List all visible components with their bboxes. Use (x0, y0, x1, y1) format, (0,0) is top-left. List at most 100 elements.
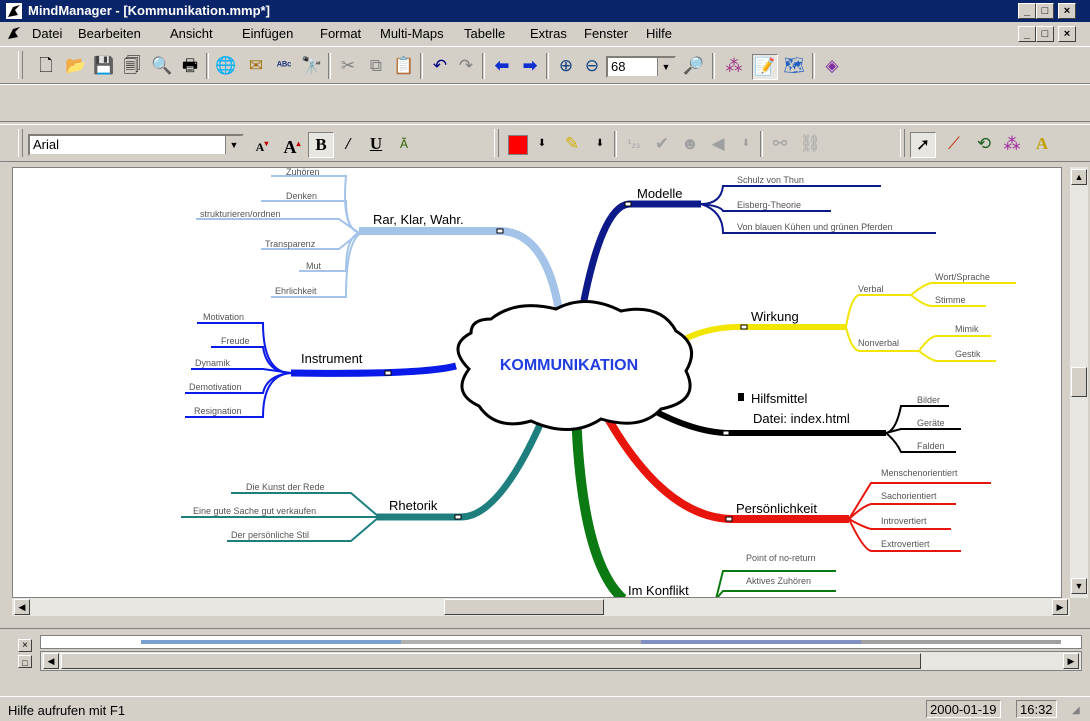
topic-modelle[interactable]: Modelle (637, 186, 683, 201)
draw-branch-icon[interactable]: ⟋ (942, 132, 966, 156)
subtopic-motivation[interactable]: Motivation (203, 312, 244, 322)
topic-rar[interactable]: Rar, Klar, Wahr. (373, 212, 464, 227)
web-globe-icon[interactable]: 🌐 (214, 54, 238, 78)
toolbar-grip[interactable] (900, 129, 905, 157)
line-dropdown-icon[interactable]: ⬇ (588, 132, 612, 156)
subtopic-bilder[interactable]: Bilder (917, 395, 940, 405)
cut-icon[interactable]: ✂ (336, 54, 360, 78)
branch-instrument[interactable]: Instrument Motivation Freude Dynamik Dem… (185, 312, 457, 418)
doc-restore-button[interactable]: □ (1036, 26, 1054, 42)
text-tool-icon[interactable]: A (1030, 132, 1054, 156)
subtopic-eisberg[interactable]: Eisberg-Theorie (737, 200, 801, 210)
scroll-left-icon[interactable]: ◀ (14, 599, 30, 615)
subtopic-verbal[interactable]: Verbal (858, 284, 884, 294)
map-view-icon[interactable]: 🗺 (782, 54, 806, 78)
subtopic-introvertiert[interactable]: Introvertiert (881, 516, 927, 526)
subtopic-freude[interactable]: Freude (221, 336, 250, 346)
minimize-button[interactable]: _ (1018, 3, 1036, 19)
zoom-out-icon[interactable]: ⊖ (580, 54, 604, 78)
overview-restore-icon[interactable]: □ (18, 655, 32, 668)
overview-close-icon[interactable]: × (18, 639, 32, 652)
menu-bearbeiten[interactable]: Bearbeiten (78, 26, 141, 41)
topic-konflikt[interactable]: Im Konflikt (628, 583, 689, 598)
document-icon[interactable] (6, 25, 22, 41)
underline-icon[interactable]: U (364, 132, 388, 156)
notes-icon[interactable]: 📝 (752, 54, 778, 80)
subtopic-aktives-zuhoeren[interactable]: Aktives Zuhören (746, 576, 811, 586)
paste-icon[interactable]: 📋 (392, 54, 416, 78)
maximize-button[interactable]: □ (1036, 3, 1054, 19)
open-folder-icon[interactable]: 📂 (64, 54, 88, 78)
font-larger-icon[interactable]: A▴ (280, 132, 304, 157)
resize-grip-icon[interactable]: ◢ (1072, 705, 1080, 716)
subtopic-gestik[interactable]: Gestik (955, 349, 981, 359)
topic-rhetorik[interactable]: Rhetorik (389, 498, 438, 513)
style-icon[interactable]: ◈ (820, 54, 844, 78)
save-all-icon[interactable]: 🗐 (120, 54, 144, 78)
chevron-down-icon[interactable]: ▼ (657, 58, 674, 76)
new-file-icon[interactable]: 🗋 (34, 54, 58, 78)
text-color-icon[interactable]: Ã (392, 132, 416, 156)
subtopic-transparenz[interactable]: Transparenz (265, 239, 316, 249)
topic-instrument[interactable]: Instrument (301, 351, 363, 366)
relationship-icon[interactable]: ⚯ (768, 132, 792, 156)
branch-rhetorik[interactable]: Rhetorik Die Kunst der Rede Eine gute Sa… (181, 409, 550, 542)
subtopic-strukturieren[interactable]: strukturieren/ordnen (200, 209, 281, 219)
close-button[interactable]: × (1058, 3, 1076, 19)
overview-scroll-left-icon[interactable]: ◀ (43, 653, 59, 669)
overview-scroll-right-icon[interactable]: ▶ (1063, 653, 1079, 669)
branch-rar[interactable]: Rar, Klar, Wahr. Zuhören Denken struktur… (196, 168, 563, 312)
subtopic-falden[interactable]: Falden (917, 441, 945, 451)
subtopic-dynamik[interactable]: Dynamik (195, 358, 231, 368)
overview-scroll-thumb[interactable] (61, 653, 921, 669)
branch-wirkung[interactable]: Wirkung Verbal Nonverbal Wort/Sprache St… (683, 272, 1016, 362)
subtopic-wort-sprache[interactable]: Wort/Sprache (935, 272, 990, 282)
subtopic-gute-sache[interactable]: Eine gute Sache gut verkaufen (193, 506, 316, 516)
topic-wirkung[interactable]: Wirkung (751, 309, 799, 324)
font-combo[interactable]: Arial ▼ (28, 134, 244, 156)
subtopic-denken[interactable]: Denken (286, 191, 317, 201)
menu-fenster[interactable]: Fenster (584, 26, 628, 41)
subtopic-stimme[interactable]: Stimme (935, 295, 966, 305)
subtopic-mut[interactable]: Mut (306, 261, 322, 271)
copy-icon[interactable]: ⧉ (364, 54, 388, 78)
menu-format[interactable]: Format (320, 26, 361, 41)
scroll-down-icon[interactable]: ▼ (1071, 578, 1087, 594)
print-preview-icon[interactable]: 🔍 (150, 54, 174, 78)
forward-arrow-icon[interactable]: ➡ (518, 54, 542, 78)
topic-hilfsmittel-file[interactable]: Datei: index.html (753, 411, 850, 426)
toolbar-grip[interactable] (18, 129, 23, 157)
bold-icon[interactable]: B (308, 132, 334, 158)
check-icon[interactable]: ✔ (650, 132, 674, 156)
back-arrow-icon[interactable]: ⬅ (490, 54, 514, 78)
map-canvas[interactable]: Rar, Klar, Wahr. Zuhören Denken struktur… (12, 167, 1062, 598)
subtopic-mimik[interactable]: Mimik (955, 324, 979, 334)
fill-dropdown-icon[interactable]: ⬇ (530, 132, 554, 156)
subtopic-blaue-kuehe[interactable]: Von blauen Kühen und grünen Pferden (737, 222, 893, 232)
line-color-icon[interactable]: ✎ (560, 132, 584, 156)
doc-minimize-button[interactable]: _ (1018, 26, 1036, 42)
toolbar-grip[interactable] (494, 129, 499, 157)
toolbar-grip[interactable] (18, 51, 23, 79)
horizontal-scroll-thumb[interactable] (444, 599, 604, 615)
attachment-icon[interactable] (738, 393, 744, 401)
zoom-fit-icon[interactable]: 🔎 (682, 54, 706, 78)
overview-map-strip[interactable] (40, 635, 1082, 649)
topic-persoenlichkeit[interactable]: Persönlichkeit (736, 501, 817, 516)
chevron-down-icon[interactable]: ▼ (225, 136, 242, 154)
subtopic-menschenorientiert[interactable]: Menschenorientiert (881, 468, 958, 478)
zoom-in-icon[interactable]: ⊕ (554, 54, 578, 78)
send-mail-icon[interactable]: ✉ (244, 54, 268, 78)
topic-color-icon[interactable]: ⁂ (1000, 132, 1024, 156)
subtopic-schulz-von-thun[interactable]: Schulz von Thun (737, 175, 804, 185)
topic-hilfsmittel[interactable]: Hilfsmittel (751, 391, 807, 406)
horizontal-scrollbar[interactable]: ◀ ▶ (12, 598, 1070, 616)
insert-topic-icon[interactable]: ⁂ (722, 54, 746, 78)
title-bar[interactable]: MindManager - [Kommunikation.mmp*] _ □ × (0, 0, 1090, 22)
menu-extras[interactable]: Extras (530, 26, 567, 41)
menu-multi-maps[interactable]: Multi-Maps (380, 26, 444, 41)
doc-close-button[interactable]: × (1058, 26, 1076, 42)
subtopic-ehrlichkeit[interactable]: Ehrlichkeit (275, 286, 317, 296)
spellcheck-icon[interactable]: ᴬᴮᶜ (272, 54, 296, 78)
subtopic-sachorientiert[interactable]: Sachorientiert (881, 491, 937, 501)
